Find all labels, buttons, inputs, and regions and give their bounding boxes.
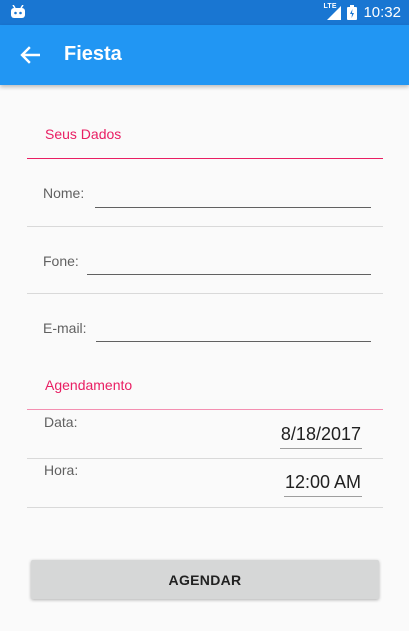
section-divider	[27, 409, 383, 410]
signal-icon: LTE	[323, 3, 342, 20]
row-divider	[27, 507, 383, 508]
time-picker[interactable]: 12:00 AM	[283, 472, 362, 497]
row-divider	[27, 293, 383, 294]
status-bar: LTE 10:32	[0, 0, 409, 25]
date-picker[interactable]: 8/18/2017	[279, 424, 362, 449]
fone-label: Fone:	[43, 253, 79, 269]
nome-input[interactable]	[95, 184, 371, 208]
fone-input[interactable]	[87, 251, 371, 275]
nome-label: Nome:	[43, 185, 85, 201]
page-title: Fiesta	[64, 43, 122, 65]
section-header-agendamento: Agendamento	[45, 377, 133, 393]
section-divider	[27, 158, 383, 159]
data-label: Data:	[44, 414, 78, 430]
section-header-dados: Seus Dados	[45, 126, 122, 142]
email-label: E-mail:	[43, 320, 87, 336]
row-divider	[27, 458, 383, 459]
back-button[interactable]	[14, 39, 46, 71]
agendar-button[interactable]: AGENDAR	[31, 560, 379, 599]
row-divider	[27, 226, 383, 227]
app-bar: Fiesta	[0, 25, 409, 85]
battery-icon	[347, 5, 358, 20]
hora-label: Hora:	[44, 462, 79, 478]
status-time: 10:32	[363, 4, 401, 21]
email-input[interactable]	[96, 318, 371, 342]
arrow-left-icon	[20, 46, 40, 64]
android-notification-icon	[11, 5, 25, 18]
